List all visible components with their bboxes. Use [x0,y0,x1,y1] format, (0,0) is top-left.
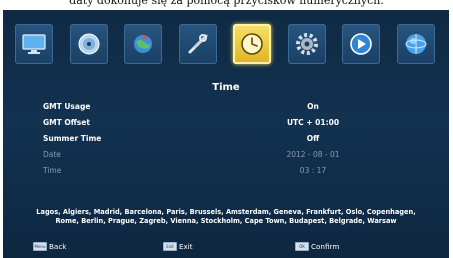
confirm-button[interactable]: OK Confirm [295,242,339,251]
menu-item-network[interactable] [396,24,435,64]
setting-gmt-offset[interactable]: GMT Offset UTC + 01:00 [43,116,403,130]
play-icon [350,33,373,55]
setting-value: 03 : 17 [299,166,327,175]
menu-item-system[interactable] [287,24,326,64]
menu-item-player[interactable] [342,24,381,64]
setting-value: UTC + 01:00 [286,118,340,127]
menu-item-media[interactable] [69,24,108,64]
confirm-label: Confirm [311,242,340,251]
setting-value: Off [306,134,320,143]
setting-time[interactable]: Time 03 : 17 [43,164,403,178]
tools-icon [188,34,208,54]
earth-icon [405,34,427,54]
back-label: Back [49,242,67,251]
setting-label: Time [43,166,62,175]
exit-label: Exit [179,242,193,251]
menu-item-tv[interactable] [15,24,53,64]
setting-gmt-usage[interactable]: GMT Usage On [43,100,403,114]
back-button[interactable]: Menu Back [33,242,66,251]
setting-value: 2012 - 08 - 01 [286,150,340,159]
setting-date[interactable]: Date 2012 - 08 - 01 [43,148,403,162]
page-title: Time [212,82,240,93]
menu-item-installation[interactable] [124,24,163,64]
settings-screen: Time GMT Usage On GMT Offset UTC + 01:00… [3,10,449,258]
ok-key-icon: OK [295,242,309,251]
footer-hints: Menu Back Exit Exit OK Confirm [3,242,449,256]
setting-label: GMT Offset [43,118,90,127]
cities-line-1: Lagos, Algiers, Madrid, Barcelona, Paris… [36,208,416,216]
disc-icon [78,33,100,55]
globe-satellite-icon [134,35,153,53]
timezone-cities: Lagos, Algiers, Madrid, Barcelona, Paris… [13,208,439,226]
main-menu-bar [15,16,435,72]
page-caption: daty dokonuje się za pomocą przycisków n… [69,0,384,7]
cities-line-2: Rome, Berlin, Prague, Zagreb, Vienna, St… [55,217,397,225]
setting-summer-time[interactable]: Summer Time Off [43,132,403,146]
menu-item-time[interactable] [233,24,272,64]
setting-label: Summer Time [43,134,102,143]
tv-icon [22,34,46,54]
menu-item-tools[interactable] [178,24,217,64]
gear-icon [295,33,318,55]
setting-value: On [307,102,319,111]
setting-label: Date [43,150,61,159]
exit-key-icon: Exit [163,242,177,251]
exit-button[interactable]: Exit Exit [163,242,193,251]
menu-key-icon: Menu [33,242,47,251]
clock-icon [241,33,264,55]
setting-label: GMT Usage [43,102,91,111]
